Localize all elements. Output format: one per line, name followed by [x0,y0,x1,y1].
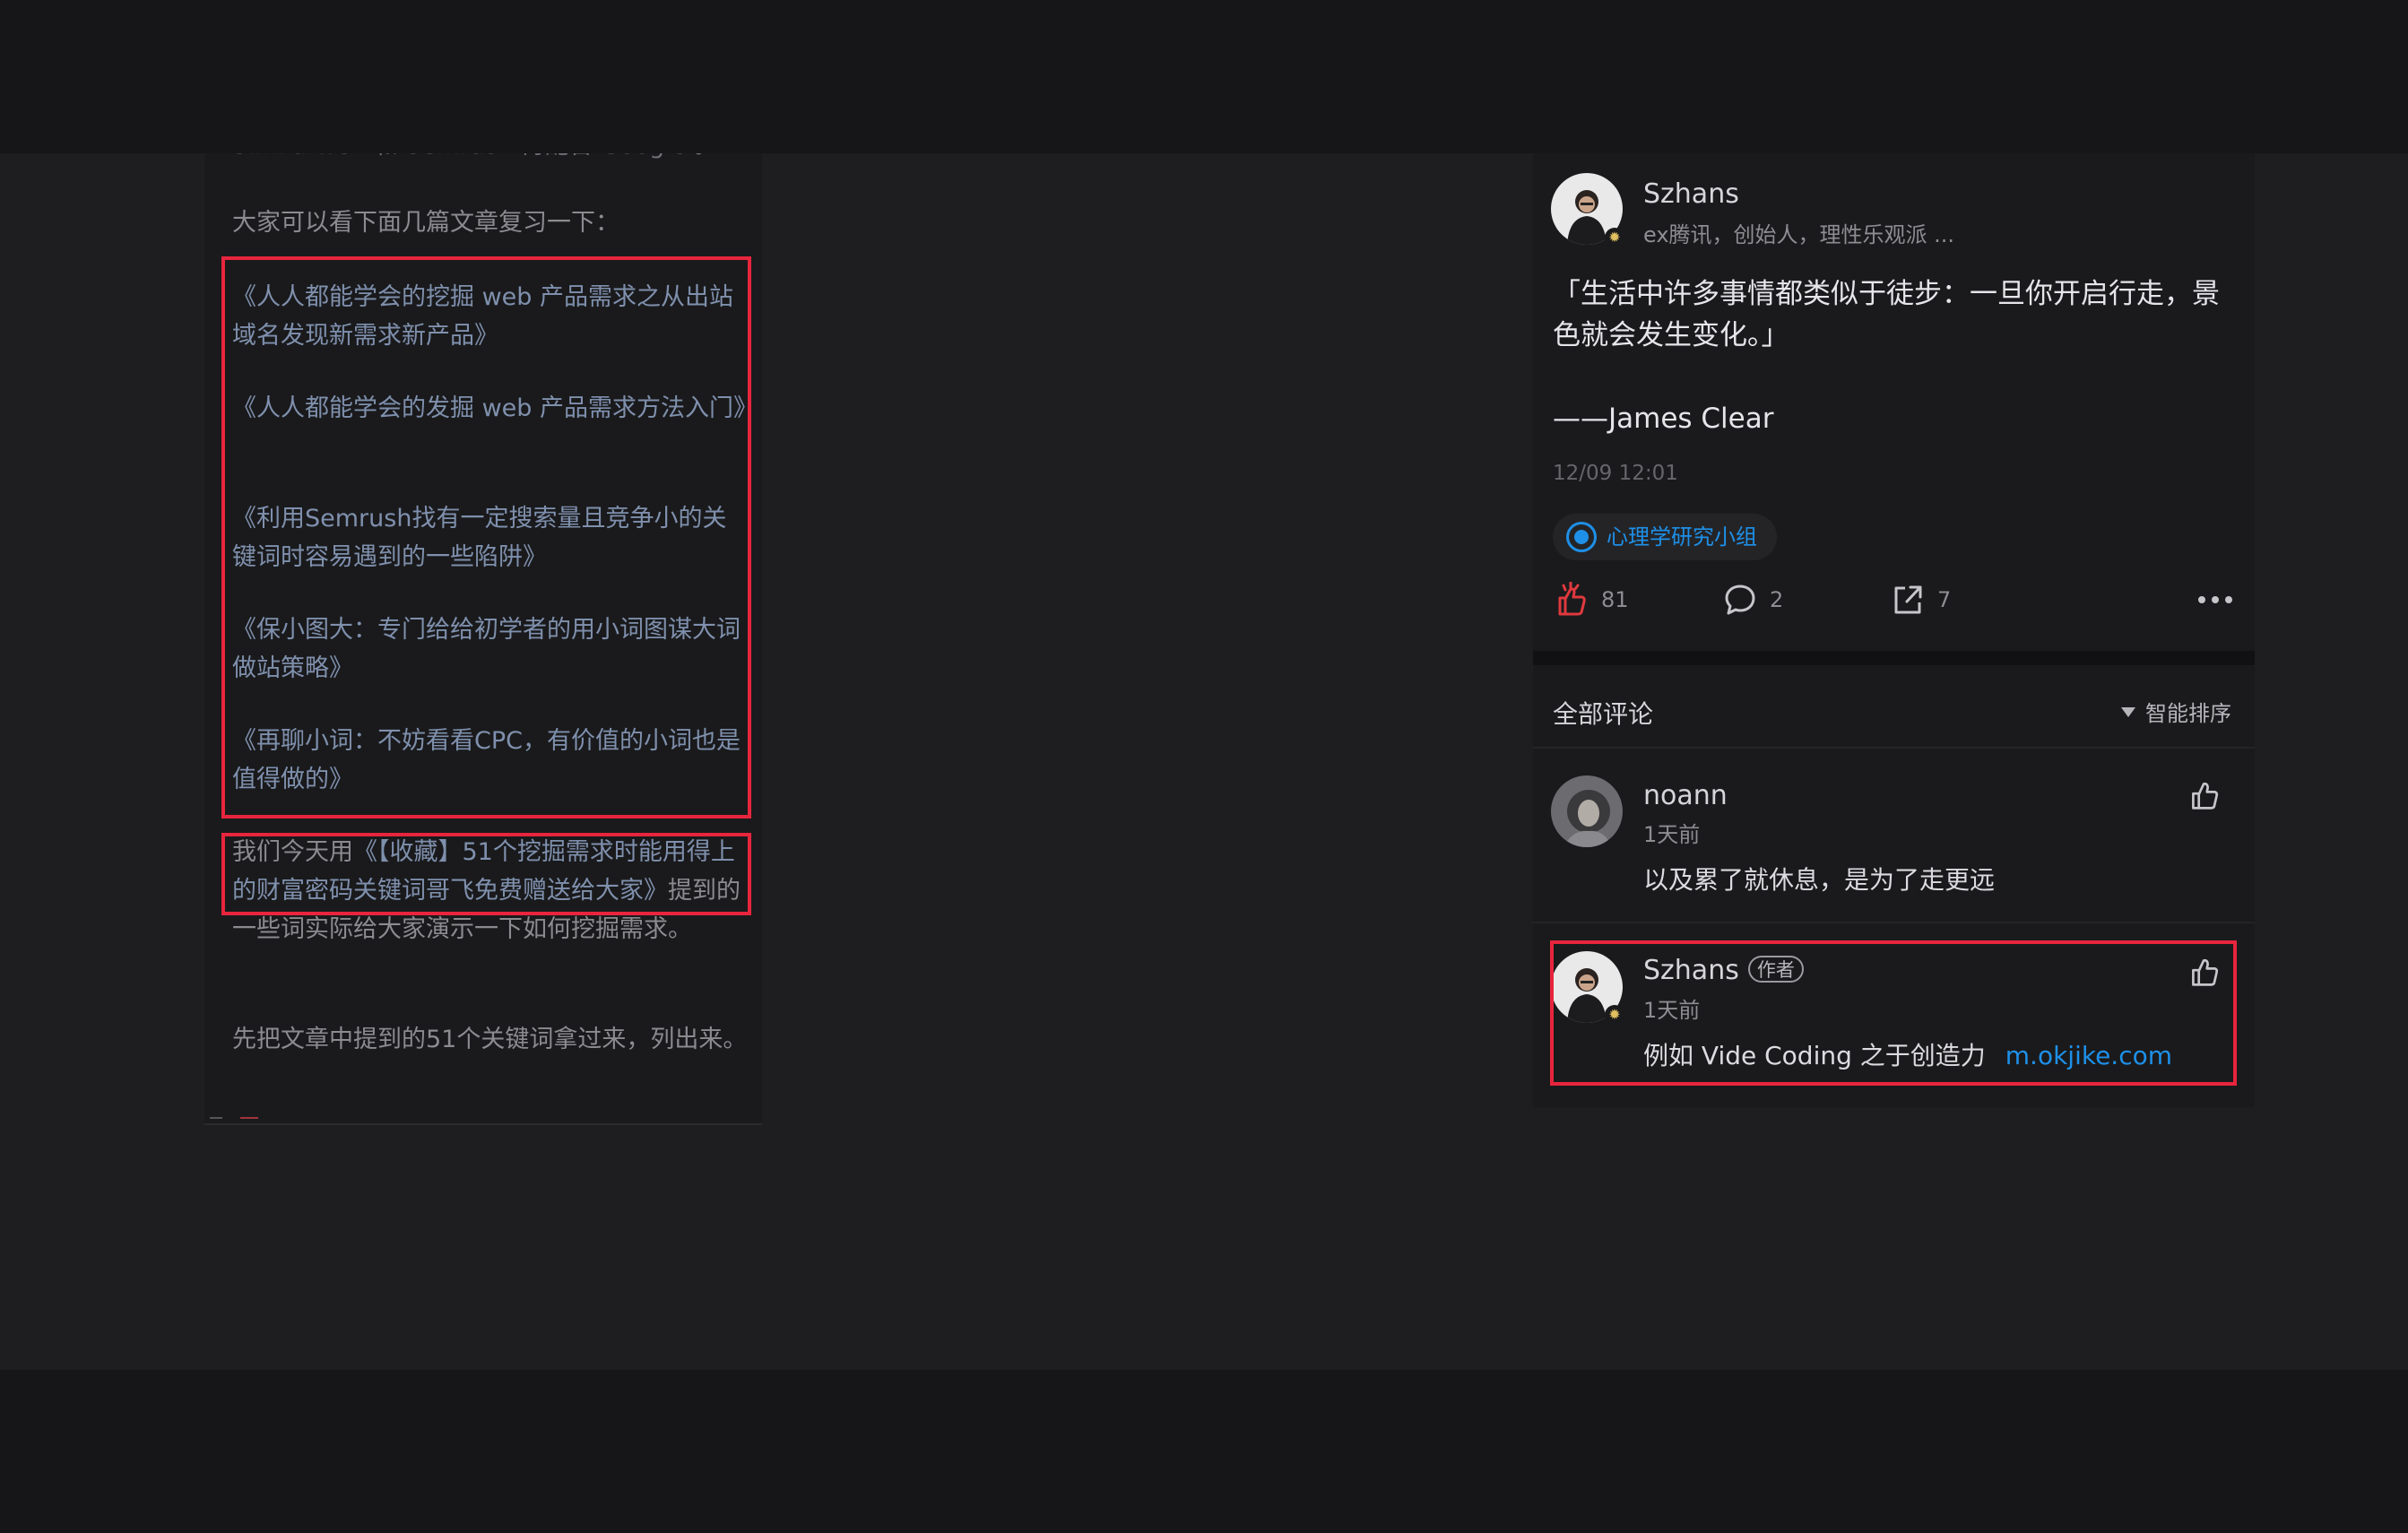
article-paragraph-last: 先把文章中提到的51个关键词拿过来，列出来。 [232,1026,748,1053]
person-icon [1551,775,1623,847]
post-timestamp: 12/09 12:01 [1553,462,1678,485]
comment-divider [1533,922,2255,923]
comment-like-button[interactable] [2188,777,2221,813]
more-dots-icon [2198,596,2232,603]
bottom-dark-band [0,1370,2408,1533]
comment-bubble-icon [1725,585,1755,615]
topic-circle-icon [1569,524,1594,550]
highlight-box-author-comment [1550,940,2237,1086]
like-button[interactable]: 81 [1553,582,1629,618]
comment-count: 2 [1770,587,1784,612]
thumbs-up-icon [2192,782,2219,810]
article-cut-line: Similarweb 和 Semrush 再配合 Google 。 [232,153,749,165]
more-options-button[interactable] [2197,582,2233,618]
like-count: 81 [1601,587,1629,612]
article-panel: Similarweb 和 Semrush 再配合 Google 。 大家可以看下… [204,153,762,1125]
commenter-avatar[interactable] [1551,775,1623,847]
article-intro: 大家可以看下面几篇文章复习一下： [232,209,619,237]
comment-time: 1天前 [1643,822,1701,847]
thumbs-up-icon [1558,582,1586,616]
caret-down-icon [2121,706,2135,717]
topic-label: 心理学研究小组 [1607,524,1757,550]
highlight-box-links [221,256,751,818]
section-divider [1533,651,2255,665]
header-divider [1533,747,2255,749]
post-quote: 「生活中许多事情都类似于徒步：一旦你开启行走，景色就会发生变化。」 [1553,278,2220,351]
verified-sun-icon: ✹ [1605,228,1624,247]
share-button[interactable]: 7 [1891,582,1951,618]
comment-text: 以及累了就休息，是为了走更远 [1643,865,1996,895]
share-icon [1894,585,1922,614]
sort-dropdown[interactable]: 智能排序 [2120,696,2231,727]
share-count: 7 [1937,587,1952,612]
post-panel: ✹ Szhans ex腾讯，创始人，理性乐观派 ... 「生活中许多事情都类似于… [1533,153,2255,1107]
author-bio: ex腾讯，创始人，理性乐观派 ... [1643,222,1955,247]
highlight-box-today [221,833,751,915]
comment-button[interactable]: 2 [1723,582,1783,618]
article-footer-mark [210,1117,258,1119]
author-name[interactable]: Szhans [1643,178,1739,210]
sort-label: 智能排序 [2145,701,2231,726]
commenter-name[interactable]: noann [1643,780,1728,811]
post-quote-attribution: ——James Clear [1553,403,1774,435]
topic-tag[interactable]: 心理学研究小组 [1553,514,1777,560]
top-dark-band [0,0,2408,153]
comments-section-title: 全部评论 [1553,699,1654,729]
